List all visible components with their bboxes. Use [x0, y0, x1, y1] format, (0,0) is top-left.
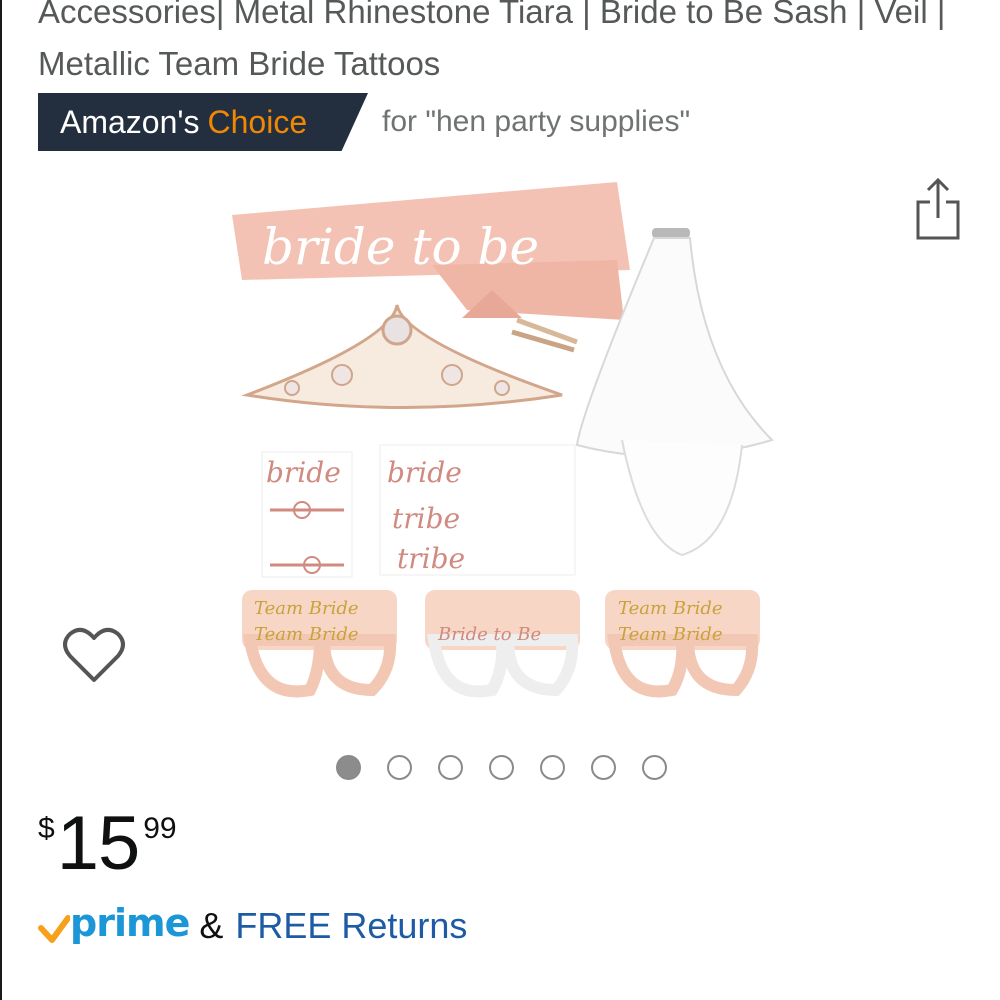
- carousel-dot[interactable]: [591, 755, 616, 780]
- product-price: $ 15 99: [38, 806, 177, 882]
- carousel-dot[interactable]: [438, 755, 463, 780]
- price-fraction: 99: [143, 812, 177, 845]
- product-title: Accessories| Metal Rhinestone Tiara | Br…: [38, 0, 946, 82]
- screen-left-edge: [0, 0, 2, 1000]
- glasses-text-1: Team Bride: [254, 598, 359, 619]
- tattoo-word-1: bride: [266, 456, 341, 489]
- badge-highlight: Choice: [207, 103, 308, 140]
- carousel-dot[interactable]: [642, 755, 667, 780]
- badge-context: for "hen party supplies": [382, 105, 691, 138]
- price-symbol: $: [38, 812, 55, 845]
- prime-returns-row: prime & FREE Returns: [38, 898, 467, 954]
- sash-text: bride to be: [262, 218, 539, 276]
- amazons-choice-badge[interactable]: Amazon's Choice: [38, 93, 368, 151]
- tattoo-word-4: tribe: [397, 542, 465, 575]
- product-image[interactable]: bride to be bride bride tribe tribe Team…: [222, 170, 792, 730]
- carousel-dot[interactable]: [336, 755, 361, 780]
- ampersand: &: [199, 905, 224, 946]
- glasses-text-5: Team Bride: [618, 624, 723, 645]
- share-icon[interactable]: [912, 176, 964, 242]
- party-glasses-graphic: Team Bride Team Bride Bride to Be Team B…: [242, 590, 760, 698]
- prime-check-icon: [38, 915, 70, 943]
- image-carousel-dots[interactable]: [336, 755, 667, 780]
- badge-prefix: Amazon's: [60, 103, 200, 140]
- carousel-dot[interactable]: [387, 755, 412, 780]
- tiara-graphic: [241, 304, 563, 409]
- sash-graphic: bride to be: [232, 182, 630, 320]
- tattoo-sheets-graphic: bride bride tribe tribe: [261, 444, 576, 578]
- carousel-dot[interactable]: [489, 755, 514, 780]
- glasses-text-4: Team Bride: [618, 598, 723, 619]
- tattoo-word-2: bride: [387, 456, 462, 489]
- glasses-text-2: Team Bride: [254, 624, 359, 645]
- free-returns-link[interactable]: FREE Returns: [235, 905, 467, 947]
- hair-pins-graphic: [511, 317, 578, 353]
- heart-icon[interactable]: [62, 624, 126, 686]
- carousel-dot[interactable]: [540, 755, 565, 780]
- prime-logo-text: prime: [70, 901, 190, 945]
- tattoo-word-3: tribe: [392, 502, 460, 535]
- glasses-text-3: Bride to Be: [437, 624, 541, 645]
- amazons-choice-row[interactable]: Amazon's Choice for "hen party supplies": [38, 93, 690, 151]
- price-whole: 15: [56, 801, 141, 886]
